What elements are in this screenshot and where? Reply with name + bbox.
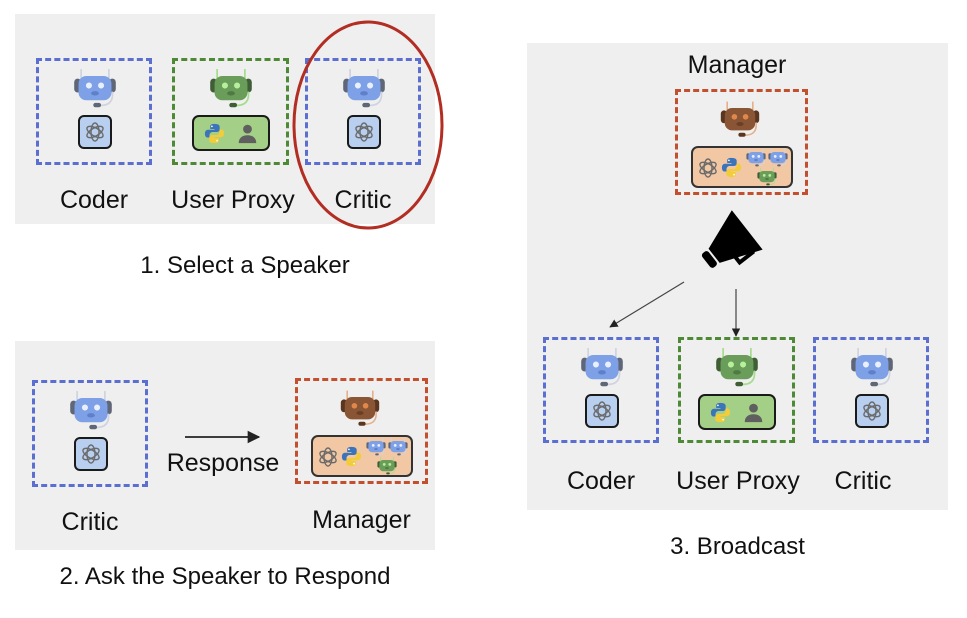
agent-label-coder: Coder bbox=[566, 467, 636, 495]
agent-box-user-proxy[interactable] bbox=[172, 58, 289, 165]
llm-tile bbox=[585, 394, 619, 428]
arrow-to-coder bbox=[609, 281, 685, 328]
robot-icon bbox=[364, 437, 388, 457]
robot-icon bbox=[65, 389, 117, 433]
user-proxy-tile bbox=[698, 394, 776, 430]
llm-tile bbox=[855, 394, 889, 428]
agent-label-user-proxy: User Proxy bbox=[676, 467, 800, 495]
robot-icon bbox=[375, 456, 399, 476]
robot-icon bbox=[576, 346, 628, 390]
python-icon bbox=[203, 122, 226, 145]
robot-icon bbox=[846, 346, 898, 390]
robot-icon bbox=[69, 67, 121, 111]
openai-icon bbox=[860, 399, 884, 423]
panel-ask-speaker: Critic Response Manager bbox=[15, 341, 435, 550]
caption-step-2: 2. Ask the Speaker to Respond bbox=[59, 563, 391, 590]
selected-speaker-highlight bbox=[292, 20, 444, 230]
robot-icon bbox=[336, 389, 384, 429]
response-arrow bbox=[185, 430, 261, 444]
llm-tile bbox=[78, 115, 112, 149]
panel-broadcast: Manager Coder User Proxy Critic bbox=[527, 43, 948, 510]
openai-icon bbox=[79, 442, 103, 466]
robot-icon bbox=[386, 437, 410, 457]
python-icon bbox=[340, 445, 363, 468]
agent-label-user-proxy: User Proxy bbox=[171, 186, 295, 214]
agent-box-critic[interactable] bbox=[32, 380, 148, 487]
caption-step-3: 3. Broadcast bbox=[670, 533, 805, 560]
agent-label-manager: Manager bbox=[312, 506, 411, 534]
agent-label-critic: Critic bbox=[834, 467, 892, 495]
agent-box-user-proxy[interactable] bbox=[678, 337, 795, 443]
python-icon bbox=[709, 401, 732, 424]
robot-icon bbox=[711, 346, 763, 390]
broadcast-arrows bbox=[609, 281, 741, 337]
user-proxy-tile bbox=[192, 115, 270, 151]
caption-step-1: 1. Select a Speaker bbox=[140, 252, 350, 279]
agent-box-coder[interactable] bbox=[36, 58, 152, 165]
openai-icon bbox=[316, 445, 340, 469]
openai-icon bbox=[83, 120, 107, 144]
robot-icon bbox=[205, 67, 257, 111]
agent-label-critic: Critic bbox=[61, 508, 119, 536]
agent-label-coder: Coder bbox=[59, 186, 129, 214]
agent-box-coder[interactable] bbox=[543, 337, 659, 443]
person-icon bbox=[743, 402, 764, 423]
openai-icon bbox=[590, 399, 614, 423]
manager-tile bbox=[311, 435, 413, 477]
llm-tile bbox=[74, 437, 108, 471]
agent-box-manager[interactable] bbox=[295, 378, 428, 484]
response-label: Response bbox=[166, 449, 280, 477]
person-icon bbox=[237, 123, 258, 144]
agent-box-critic[interactable] bbox=[813, 337, 929, 443]
